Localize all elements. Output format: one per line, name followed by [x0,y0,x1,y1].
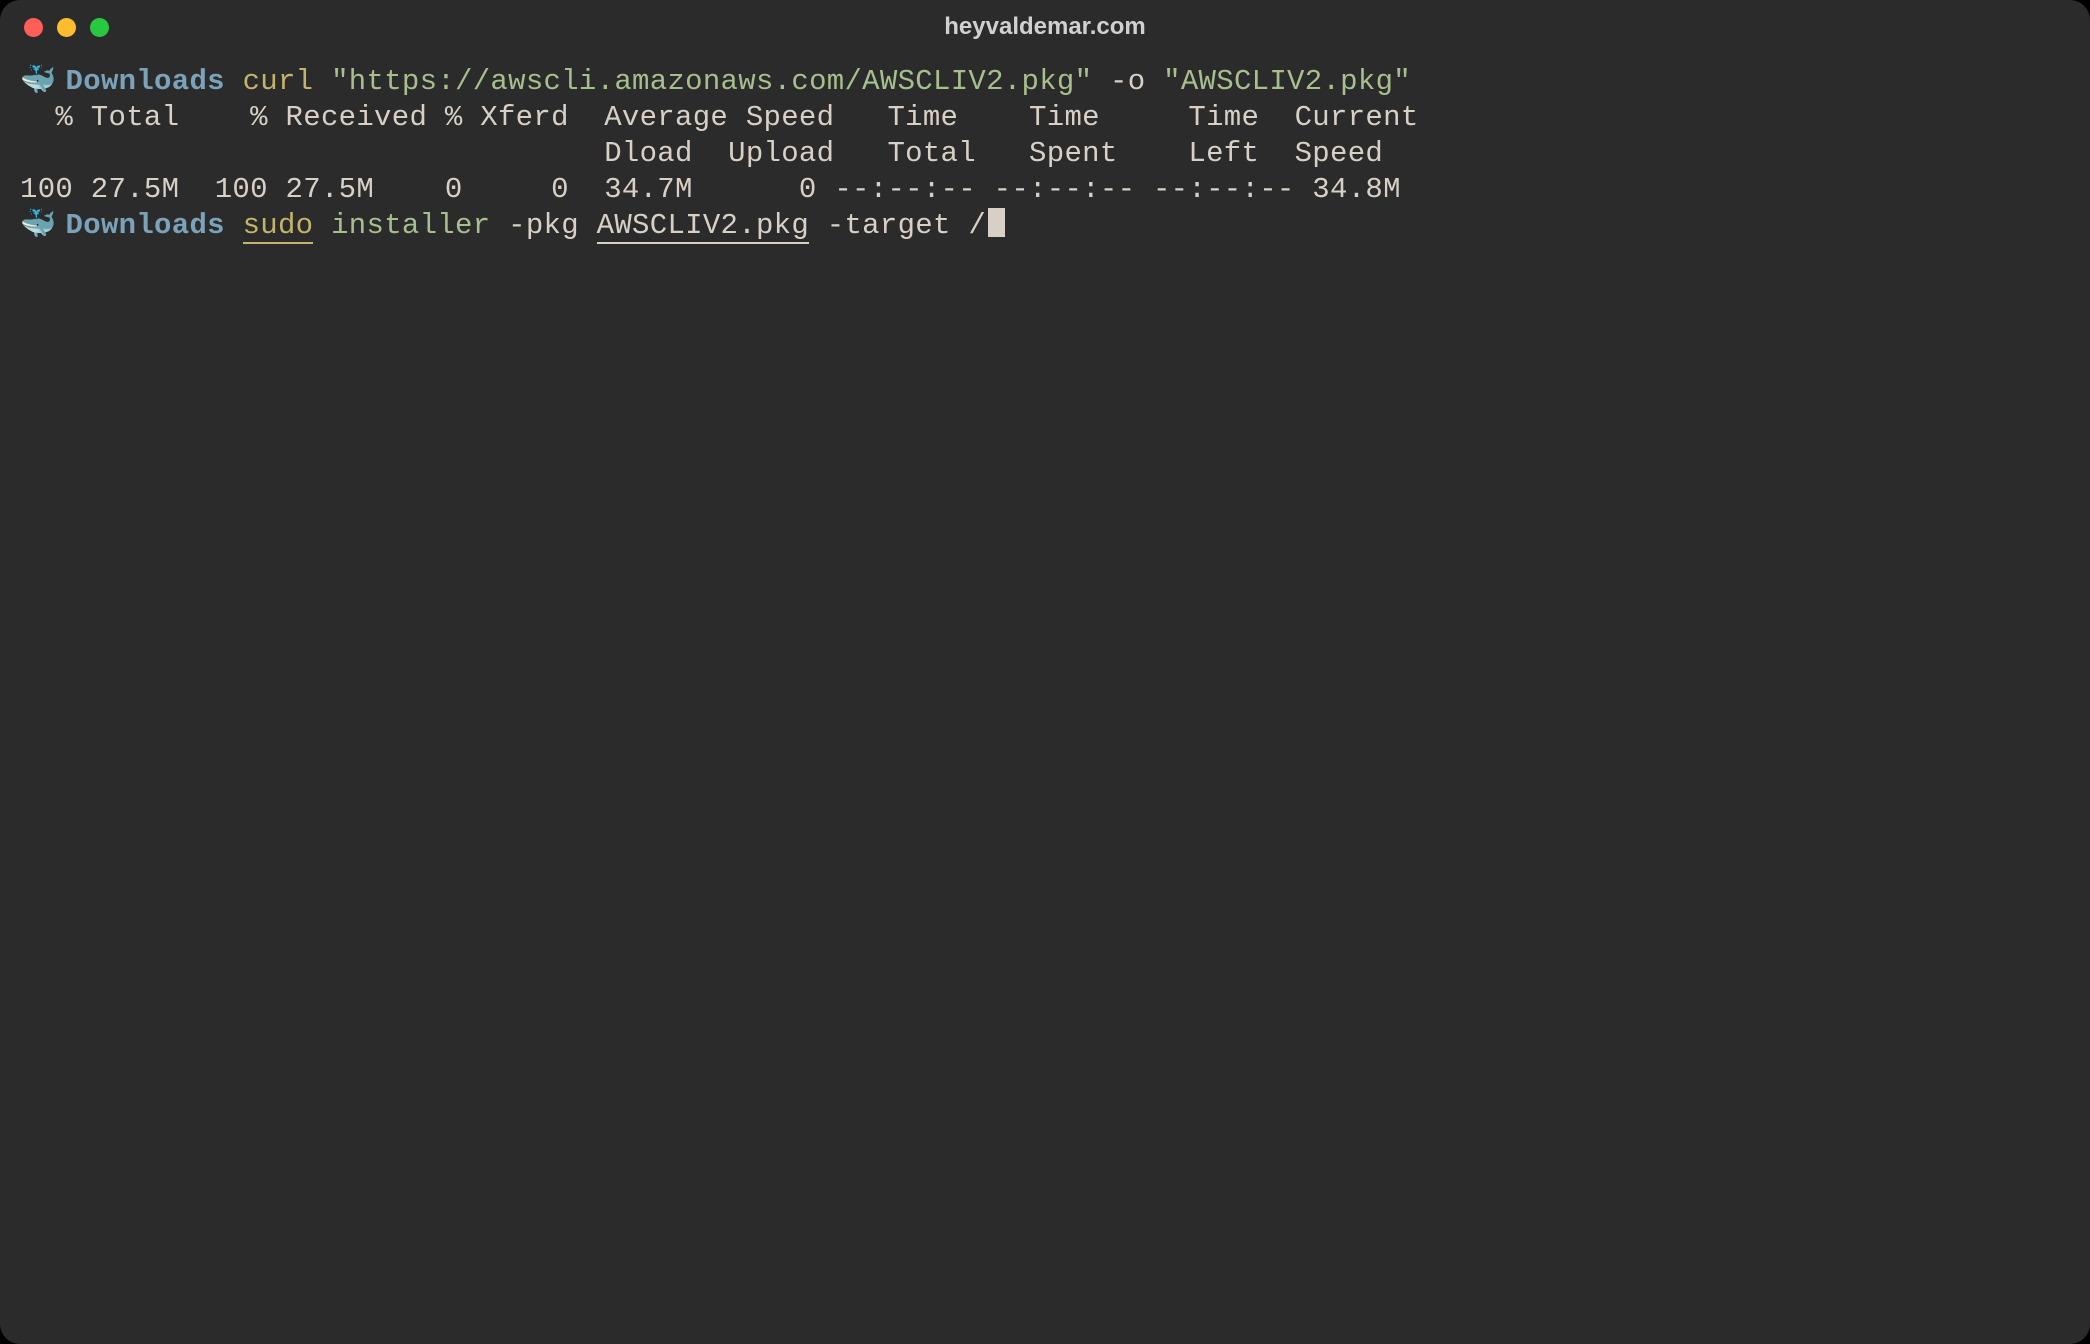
close-icon[interactable] [24,18,43,37]
terminal-window: heyvaldemar.com 🐳 Downloads curl "https:… [0,0,2090,1344]
curl-url: "https://awscli.amazonaws.com/AWSCLIV2.p… [331,65,1092,98]
window-title: heyvaldemar.com [0,13,2090,41]
target-arg: / [968,209,986,242]
prompt-dir: Downloads [66,209,225,242]
curl-header-2: Dload Upload Total Spent Left Speed [20,137,1383,170]
cmd-installer: installer [331,209,490,242]
minimize-icon[interactable] [57,18,76,37]
cursor-icon [988,208,1005,237]
cmd-curl: curl [243,65,314,98]
prompt-whale-icon: 🐳 [20,64,48,100]
terminal-body[interactable]: 🐳 Downloads curl "https://awscli.amazona… [0,54,2090,1344]
traffic-lights [24,18,109,37]
curl-header-1: % Total % Received % Xferd Average Speed… [20,101,1419,134]
maximize-icon[interactable] [90,18,109,37]
curl-o-flag: -o [1110,65,1145,98]
titlebar: heyvaldemar.com [0,0,2090,54]
curl-progress-row: 100 27.5M 100 27.5M 0 0 34.7M 0 --:--:--… [20,173,1401,206]
pkg-flag: -pkg [508,209,579,242]
prompt-whale-icon: 🐳 [20,208,48,244]
cmd-sudo: sudo [243,209,314,244]
prompt-dir: Downloads [66,65,225,98]
pkg-arg: AWSCLIV2.pkg [597,209,809,244]
curl-out-file: "AWSCLIV2.pkg" [1163,65,1411,98]
target-flag: -target [827,209,951,242]
